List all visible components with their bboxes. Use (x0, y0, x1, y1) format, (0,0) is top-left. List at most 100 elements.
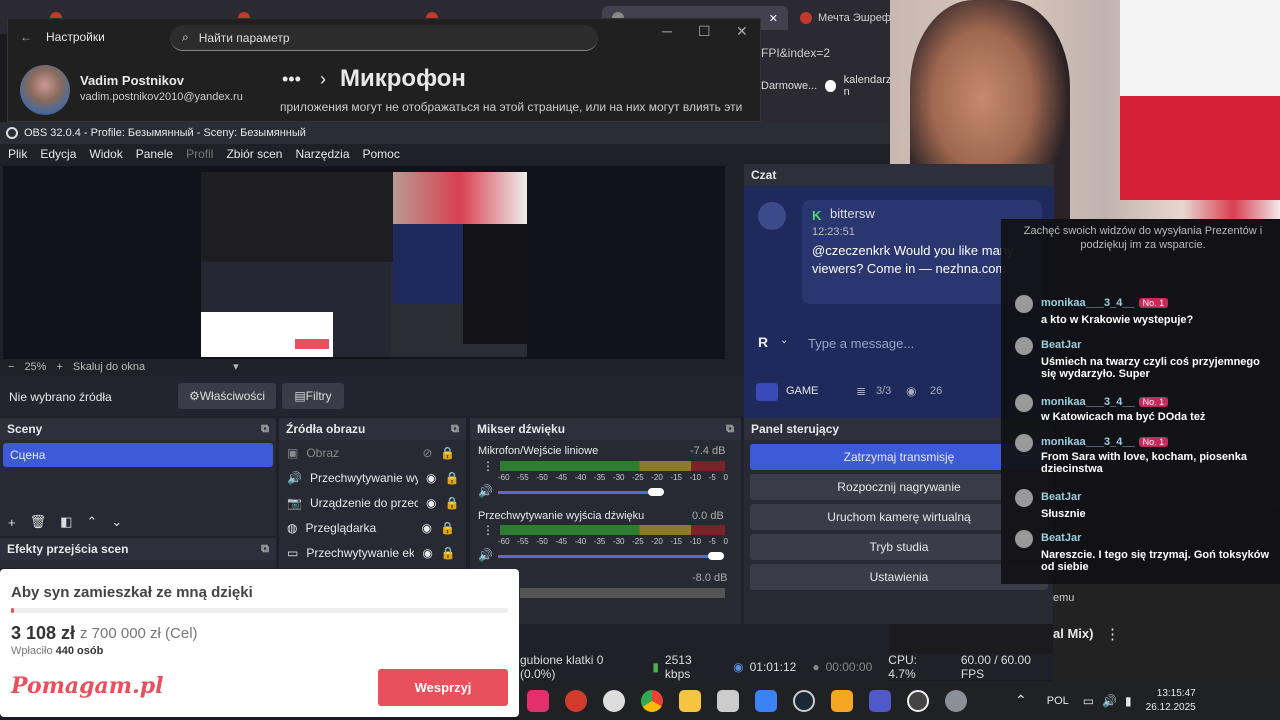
undock-icon[interactable]: ⧉ (451, 423, 459, 436)
teams-icon[interactable] (869, 689, 891, 712)
bookmark[interactable]: kalendarz n (844, 74, 893, 98)
avatar (20, 65, 70, 115)
menu-docks[interactable]: Panele (136, 147, 173, 161)
eye-icon[interactable]: ◉ (426, 496, 436, 510)
back-arrow-icon[interactable]: ← (20, 30, 32, 44)
zoom-mode[interactable]: Skaluj do okna (73, 361, 145, 373)
platform-r-icon[interactable]: R (758, 334, 768, 350)
settings-search-input[interactable]: ⌕ Найти параметр (170, 25, 598, 51)
app-icon[interactable] (831, 689, 853, 712)
lock-icon[interactable]: 🔒 (440, 446, 455, 460)
avatar (1015, 530, 1033, 548)
menu-profile[interactable]: Profil (186, 147, 213, 161)
chevron-down-icon[interactable]: ⌄ (780, 335, 788, 346)
chat-input[interactable]: Type a message... (808, 336, 914, 351)
bookmark[interactable]: Darmowe... (761, 80, 817, 92)
dropdown-arrow-icon[interactable]: ▾ (233, 360, 239, 373)
support-button[interactable]: Wesprzyj (378, 669, 508, 706)
menu-help[interactable]: Pomoc (363, 147, 400, 161)
browser-tab[interactable]: Мечта Эшрефа 2 (790, 6, 890, 30)
undock-icon[interactable]: ⧉ (261, 543, 269, 556)
properties-button[interactable]: ⚙ Właściwości (178, 383, 276, 409)
app-icon[interactable] (717, 689, 739, 712)
lock-icon[interactable]: 🔒 (440, 521, 455, 535)
lock-icon[interactable]: 🔒 (441, 546, 456, 560)
globe-icon: ◍ (287, 520, 298, 535)
menu-tools[interactable]: Narzędzia (295, 147, 349, 161)
app-icon[interactable] (565, 689, 587, 712)
filters-button[interactable]: ▤ Filtry (282, 383, 344, 409)
source-row[interactable]: ◍ Przeglądarka ◉ 🔒 (279, 515, 466, 540)
scene-item[interactable]: Сцена (3, 443, 273, 467)
eye-hidden-icon[interactable]: ⊘ (422, 446, 432, 460)
eye-icon[interactable]: ◉ (426, 471, 436, 485)
filter-icon: ▤ (294, 389, 306, 403)
slider-knob[interactable] (648, 488, 664, 496)
rank-badge: No. 1 (1138, 397, 1169, 407)
avatar (1015, 337, 1033, 355)
star-icon[interactable] (679, 689, 701, 712)
more-icon[interactable]: ••• (282, 69, 301, 90)
clock[interactable]: 13:15:47 26.12.2025 (1146, 687, 1196, 715)
preview-canvas[interactable] (3, 166, 725, 359)
lock-icon[interactable]: 🔒 (444, 496, 459, 510)
rank-badge: No. 1 (1138, 298, 1169, 308)
volume-slider[interactable] (498, 555, 720, 558)
source-row[interactable]: 📷 Urządzenie do przech ◉ 🔒 (279, 490, 466, 515)
language-indicator[interactable]: POL (1047, 695, 1069, 707)
volume-slider[interactable] (498, 491, 654, 494)
menu-view[interactable]: Widok (89, 147, 122, 161)
lock-icon[interactable]: 🔒 (444, 471, 459, 485)
overlay-message: monikaa___3_4__ No. 1a kto w Krakowie wys… (1013, 295, 1273, 326)
close-icon[interactable]: ✕ (769, 12, 778, 25)
source-row[interactable]: ▣ Obraz ⊘ 🔒 (279, 440, 466, 465)
tiktok-icon[interactable] (527, 689, 549, 712)
kebab-menu-icon[interactable]: ⋮ (482, 523, 494, 537)
scene-filters-icon[interactable]: ◧ (60, 514, 72, 530)
chrome-icon[interactable] (641, 689, 663, 712)
eye-icon[interactable]: ◉ (422, 546, 432, 560)
scenes-title: Sceny (7, 422, 43, 436)
battery-icon[interactable]: ▮ (1125, 694, 1132, 708)
menu-scene-collection[interactable]: Zbiór scen (226, 147, 282, 161)
meter-scale: -60 -55 -50 -45 -40 -35 -30 -25 -20 -15 -10 -5 0 (498, 473, 728, 482)
app-icon[interactable] (603, 689, 625, 712)
zoom-in-button[interactable]: + (56, 361, 62, 373)
zoom-out-button[interactable]: − (8, 361, 14, 373)
move-up-icon[interactable]: ⌃ (86, 514, 97, 530)
source-row[interactable]: 🔊 Przechwytywanie wyjś ◉ 🔒 (279, 465, 466, 490)
chevron-right-icon: › (320, 69, 326, 89)
network-icon[interactable]: ▭ (1083, 694, 1094, 708)
trash-icon[interactable]: 🗑 (30, 514, 47, 530)
slider-knob[interactable] (708, 552, 724, 560)
close-icon[interactable]: ✕ (736, 23, 748, 40)
volume-icon[interactable]: 🔊 (478, 548, 493, 562)
settings-gear-icon[interactable] (945, 689, 967, 712)
steam-icon[interactable] (793, 689, 815, 712)
menu-edit[interactable]: Edycja (40, 147, 76, 161)
kebab-menu-icon[interactable]: ⋮ (482, 459, 494, 473)
camera-icon: 📷 (287, 495, 302, 510)
minimize-icon[interactable]: ─ (662, 23, 672, 39)
add-icon[interactable]: + (8, 515, 16, 530)
maximize-icon[interactable]: ☐ (698, 23, 711, 40)
undock-icon[interactable]: ⧉ (261, 423, 269, 436)
photos-icon[interactable] (755, 689, 777, 712)
record-icon: ● (812, 660, 820, 674)
kebab-menu-icon[interactable]: ⋮ (1105, 625, 1120, 643)
volume-icon[interactable]: 🔊 (1102, 694, 1117, 708)
chat-title: Czat (744, 164, 1054, 186)
mixer-title: Mikser dźwięku (477, 422, 566, 436)
sources-title: Źródła obrazu (286, 422, 366, 436)
volume-icon[interactable]: 🔊 (478, 484, 493, 498)
obs-icon[interactable] (907, 689, 929, 712)
menu-file[interactable]: Plik (8, 147, 27, 161)
eye-icon[interactable]: ◉ (421, 521, 431, 535)
game-icon (756, 383, 778, 401)
chevron-up-icon[interactable]: ⌃ (1015, 692, 1027, 709)
move-down-icon[interactable]: ⌄ (111, 514, 122, 530)
fps: 60.00 / 60.00 FPS (960, 653, 1031, 681)
undock-icon[interactable]: ⧉ (726, 423, 734, 436)
search-placeholder: Найти параметр (198, 30, 290, 45)
source-row[interactable]: ▭ Przechwytywanie ekra ◉ 🔒 (279, 540, 466, 565)
